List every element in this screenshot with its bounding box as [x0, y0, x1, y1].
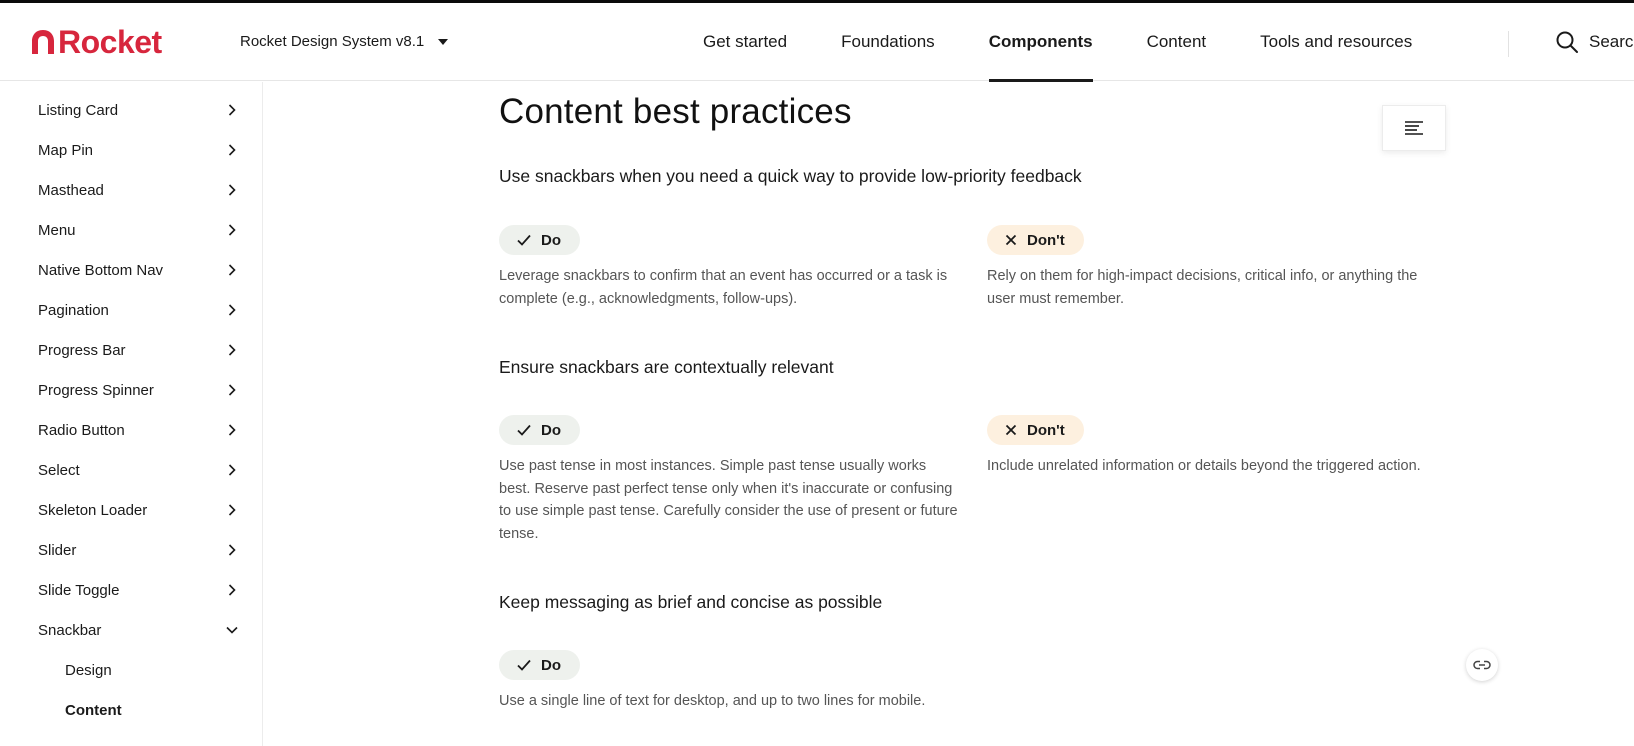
sidebar-item-listing-card[interactable]: Listing Card — [38, 98, 238, 122]
sidebar-item-label: Slider — [38, 541, 77, 559]
sidebar-item-select[interactable]: Select — [38, 458, 238, 482]
do-label: Do — [541, 231, 561, 249]
sidebar-item-native-bottom-nav[interactable]: Native Bottom Nav — [38, 258, 238, 282]
sidebar-item-label: Select — [38, 461, 80, 479]
chevron-right-icon — [226, 584, 238, 596]
do-text: Use past tense in most instances. Simple… — [499, 458, 958, 542]
do-badge: Do — [499, 225, 580, 255]
dont-badge: Don't — [987, 225, 1084, 255]
nav-foundations[interactable]: Foundations — [841, 3, 935, 81]
copy-link-button[interactable] — [1466, 649, 1498, 681]
sidebar-item-label: Masthead — [38, 181, 104, 199]
sidebar-item-label: Pagination — [38, 301, 109, 319]
dont-label: Don't — [1027, 421, 1065, 439]
chevron-right-icon — [226, 184, 238, 196]
sidebar-item-pagination[interactable]: Pagination — [38, 298, 238, 322]
sidebar-subitem-content[interactable]: Content — [65, 702, 122, 719]
sidebar-item-slider[interactable]: Slider — [38, 538, 238, 562]
dont-label: Don't — [1027, 231, 1065, 249]
chevron-right-icon — [226, 544, 238, 556]
dont-text: Rely on them for high-impact decisions, … — [987, 268, 1418, 307]
sidebar: Listing Card Map Pin Masthead Menu Nativ… — [0, 82, 263, 746]
nav-get-started[interactable]: Get started — [703, 3, 787, 81]
sidebar-item-label: Progress Spinner — [38, 381, 154, 399]
top-navigation: Get started Foundations Components Conte… — [703, 3, 1466, 82]
sidebar-item-label: Radio Button — [38, 421, 125, 439]
chevron-right-icon — [226, 304, 238, 316]
main-content: Content best practices Use snackbars whe… — [263, 82, 1634, 746]
do-text: Leverage snackbars to confirm that an ev… — [499, 268, 948, 307]
chevron-right-icon — [226, 344, 238, 356]
chevron-right-icon — [226, 424, 238, 436]
chevron-right-icon — [226, 224, 238, 236]
link-icon — [1473, 660, 1491, 670]
check-icon — [517, 234, 531, 246]
chevron-down-icon — [226, 624, 238, 636]
sidebar-item-progress-bar[interactable]: Progress Bar — [38, 338, 238, 362]
table-of-contents-button[interactable] — [1382, 105, 1446, 151]
chevron-right-icon — [226, 104, 238, 116]
sidebar-item-label: Listing Card — [38, 101, 119, 119]
close-icon — [1005, 424, 1017, 436]
version-label: Rocket Design System v8.1 — [240, 33, 425, 50]
close-icon — [1005, 234, 1017, 246]
nav-tools-and-resources[interactable]: Tools and resources — [1260, 3, 1412, 81]
sidebar-item-skeleton-loader[interactable]: Skeleton Loader — [38, 498, 238, 522]
check-icon — [517, 424, 531, 436]
table-of-contents-icon — [1405, 121, 1423, 135]
caret-down-icon — [438, 38, 449, 45]
sidebar-item-snackbar[interactable]: Snackbar — [38, 618, 238, 642]
chevron-right-icon — [226, 504, 238, 516]
check-icon — [517, 659, 531, 671]
nav-content[interactable]: Content — [1147, 3, 1207, 81]
do-label: Do — [541, 421, 561, 439]
do-text: Use a single line of text for desktop, a… — [499, 693, 926, 709]
nav-divider — [1508, 31, 1509, 57]
rocket-logo-mark-icon — [32, 30, 54, 54]
search-button[interactable]: Searc — [1555, 30, 1633, 54]
site-header: Rocket Rocket Design System v8.1 Get sta… — [0, 3, 1634, 82]
sidebar-item-map-pin[interactable]: Map Pin — [38, 138, 238, 162]
sidebar-item-progress-spinner[interactable]: Progress Spinner — [38, 378, 238, 402]
sidebar-item-label: Snackbar — [38, 621, 102, 639]
chevron-right-icon — [226, 264, 238, 276]
sidebar-item-label: Slide Toggle — [38, 581, 120, 599]
dont-badge: Don't — [987, 415, 1084, 445]
sidebar-item-label: Menu — [38, 221, 76, 239]
sidebar-item-slide-toggle[interactable]: Slide Toggle — [38, 578, 238, 602]
sidebar-subitem-design[interactable]: Design — [65, 662, 112, 679]
sidebar-item-menu[interactable]: Menu — [38, 218, 238, 242]
search-icon — [1556, 31, 1578, 53]
section-heading: Use snackbars when you need a quick way … — [499, 166, 1082, 186]
nav-components[interactable]: Components — [988, 3, 1093, 82]
sidebar-item-label: Skeleton Loader — [38, 501, 148, 519]
sidebar-item-label: Map Pin — [38, 141, 94, 159]
sidebar-item-radio-button[interactable]: Radio Button — [38, 418, 238, 442]
page-title: Content best practices — [499, 92, 852, 131]
chevron-right-icon — [226, 464, 238, 476]
rocket-logo[interactable]: Rocket — [29, 24, 162, 60]
do-badge: Do — [499, 415, 580, 445]
sidebar-item-masthead[interactable]: Masthead — [38, 178, 238, 202]
chevron-right-icon — [226, 384, 238, 396]
do-badge: Do — [499, 650, 580, 680]
section-heading: Keep messaging as brief and concise as p… — [499, 592, 883, 612]
version-selector[interactable]: Rocket Design System v8.1 — [240, 33, 449, 50]
sidebar-item-label: Native Bottom Nav — [38, 261, 164, 279]
search-label: Searc — [1589, 32, 1634, 51]
dont-text: Include unrelated information or details… — [987, 458, 1421, 474]
sidebar-item-label: Progress Bar — [38, 341, 126, 359]
do-label: Do — [541, 656, 561, 674]
section-heading: Ensure snackbars are contextually releva… — [499, 357, 834, 377]
rocket-logo-text: Rocket — [58, 23, 162, 60]
chevron-right-icon — [226, 144, 238, 156]
